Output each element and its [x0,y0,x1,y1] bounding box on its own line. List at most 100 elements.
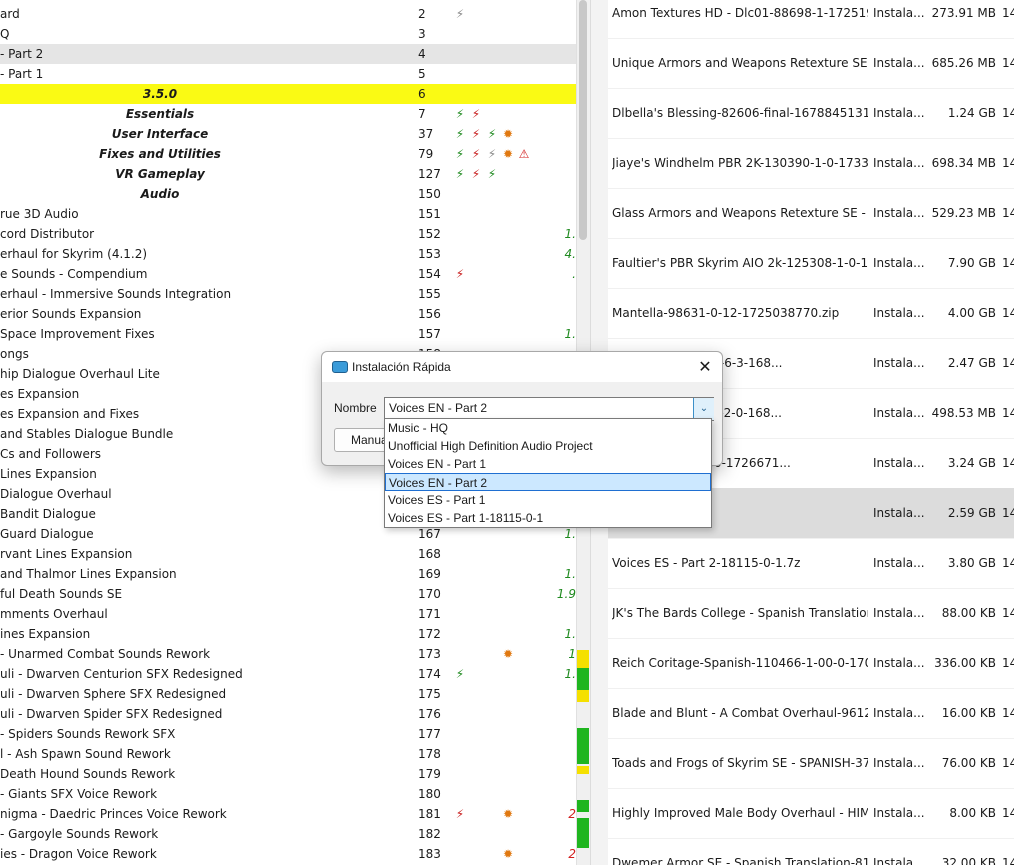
mod-row[interactable]: l - Ash Spawn Sound Rework 178 [0,744,576,764]
download-row[interactable]: Voices ES - Part 2-18115-0-1.7z Instala..… [608,538,1014,589]
mod-row[interactable]: Essentials 7 ⚡ ⚡ [0,104,576,124]
download-date: 14 [1002,356,1014,370]
mod-row[interactable]: Fixes and Utilities 79 ⚡ ⚡ ⚡ ✹ ⚠ [0,144,576,164]
mod-row[interactable]: mments Overhaul 171 [0,604,576,624]
mod-row[interactable]: Space Improvement Fixes 157 1. [0,324,576,344]
dialog-titlebar[interactable]: Instalación Rápida ✕ [322,352,722,382]
download-row[interactable]: JK's The Bards College - Spanish Transla… [608,588,1014,639]
mod-priority: 151 [418,207,441,221]
mod-row[interactable]: erior Sounds Expansion 156 [0,304,576,324]
download-row[interactable]: Blade and Blunt - A Combat Overhaul-9612… [608,688,1014,739]
mod-row[interactable]: rvant Lines Expansion 168 [0,544,576,564]
download-size: 76.00 KB [941,756,996,770]
mod-row[interactable]: VR Gameplay 127 ⚡ ⚡ ⚡ [0,164,576,184]
mod-flags: ✹ [452,644,542,664]
dropdown-option[interactable]: Voices ES - Part 1-18115-0-1 [385,509,711,527]
download-state: Instala... [873,556,925,570]
mod-name: mments Overhaul [0,607,108,621]
mod-row[interactable]: erhaul for Skyrim (4.1.2) 153 4. [0,244,576,264]
chevron-down-icon[interactable]: ⌄ [693,398,714,420]
download-size: 1.24 GB [947,106,996,120]
mod-row[interactable]: uli - Dwarven Spider SFX Redesigned 176 [0,704,576,724]
mod-row[interactable]: ies - Dragon Voice Rework 183 ✹ 2 [0,844,576,864]
dropdown-option[interactable]: Voices EN - Part 1 [385,455,711,473]
download-row[interactable]: Mantella-98631-0-12-1725038770.zip Instal… [608,288,1014,339]
mod-row[interactable]: Q3 [0,24,576,44]
mod-name: User Interface [111,127,209,141]
mod-row[interactable]: erhaul - Immersive Sounds Integration 155 [0,284,576,304]
download-filename: Highly Improved Male Body Overhaul - HIM… [612,806,868,820]
mod-row[interactable]: uli - Dwarven Sphere SFX Redesigned 175 [0,684,576,704]
download-date: 14 [1002,856,1014,865]
dropdown-option[interactable]: Unofficial High Definition Audio Project [385,437,711,455]
download-date: 14 [1002,806,1014,820]
mod-flags: ⚡ [452,264,542,284]
mod-row[interactable]: - Spiders Sounds Rework SFX 177 [0,724,576,744]
download-state: Instala... [873,456,925,470]
dropdown-option[interactable]: Music - HQ [385,419,711,437]
mod-row[interactable]: nigma - Daedric Princes Voice Rework 181 ⚡… [0,804,576,824]
mod-name: Bandit Dialogue [0,507,96,521]
mod-name: l - Ash Spawn Sound Rework [0,747,171,761]
download-row[interactable]: Jiaye's Windhelm PBR 2K-130390-1-0-17337… [608,138,1014,189]
mod-name: nigma - Daedric Princes Voice Rework [0,807,227,821]
mod-row[interactable]: User Interface 37 ⚡ ⚡ ⚡ ✹ [0,124,576,144]
download-row[interactable]: Unique Armors and Weapons Retexture SE -… [608,38,1014,89]
mod-name: e Sounds - Compendium [0,267,148,281]
mod-priority: 3 [418,27,426,41]
dropdown-option[interactable]: Voices ES - Part 1 [385,491,711,509]
mod-name: erhaul for Skyrim (4.1.2) [0,247,148,261]
mod-row[interactable]: ard 2 ⚡ [0,4,576,24]
mod-row[interactable]: Audio 150 [0,184,576,204]
name-dropdown-list[interactable]: Music - HQ Unofficial High Definition Aud… [384,418,712,528]
close-icon[interactable]: ✕ [692,356,718,378]
download-row[interactable]: Dwemer Armor SE - Spanish Translation-81… [608,838,1014,865]
download-row[interactable]: Amon Textures HD - Dlc01-88698-1-1725199… [608,0,1014,39]
mod-flags: ⚡ [452,4,542,24]
plugin-plus-icon: ⚡ [487,167,497,181]
conflict-marker [577,668,589,690]
mod-flags: ⚡ ⚡ [452,104,542,124]
mod-row[interactable]: 3.5.0 6 [0,84,576,104]
download-size: 2.59 GB [947,506,996,520]
mod-priority: 6 [418,87,426,101]
mod-row[interactable]: e Sounds - Compendium 154 ⚡. [0,264,576,284]
mod-row[interactable]: and Thalmor Lines Expansion 169 1. [0,564,576,584]
mod-priority: 170 [418,587,441,601]
gear-icon: ✹ [502,847,514,861]
mod-row[interactable]: - Gargoyle Sounds Rework 182 [0,824,576,844]
mod-row[interactable]: ful Death Sounds SE 170 1.9 [0,584,576,604]
mod-row[interactable]: Death Hound Sounds Rework 179 [0,764,576,784]
download-filename: Unique Armors and Weapons Retexture SE -… [612,56,868,70]
mod-row[interactable]: ines Expansion 172 1. [0,624,576,644]
mod-row[interactable]: rue 3D Audio 151 [0,204,576,224]
download-row[interactable]: Faultier's PBR Skyrim AIO 2k-125308-1-0-… [608,238,1014,289]
download-date: 14 [1002,206,1014,220]
mod-row[interactable]: cord Distributor 152 1. [0,224,576,244]
download-filename: Blade and Blunt - A Combat Overhaul-9612… [612,706,868,720]
conflict-marker [577,818,589,848]
mod-row[interactable]: - Unarmed Combat Sounds Rework 173 ✹ 1 [0,644,576,664]
mod-row[interactable]: - Part 2 4 [0,44,576,64]
mod-priority: 155 [418,287,441,301]
download-date: 14 [1002,56,1014,70]
mod-row[interactable]: - Part 1 5 [0,64,576,84]
download-date: 14 [1002,756,1014,770]
mod-list-scroll-thumb[interactable] [579,0,587,240]
download-size: 3.24 GB [947,456,996,470]
download-row[interactable]: Dlbella's Blessing-82606-final-167884513… [608,88,1014,139]
download-row[interactable]: Glass Armors and Weapons Retexture SE - … [608,188,1014,239]
combo-value: Voices EN - Part 2 [389,401,488,415]
plugin-plus-icon: ⚡ [487,127,497,141]
download-row[interactable]: Reich Coritage-Spanish-110466-1-00-0-170… [608,638,1014,689]
download-state: Instala... [873,356,925,370]
conflict-icon: ⚡ [471,147,481,161]
download-row[interactable]: Toads and Frogs of Skyrim SE - SPANISH-3… [608,738,1014,789]
mod-priority: 5 [418,67,426,81]
download-row[interactable]: Highly Improved Male Body Overhaul - HIM… [608,788,1014,839]
dropdown-option[interactable]: Voices EN - Part 2 [385,473,711,491]
mod-row[interactable]: - Giants SFX Voice Rework 180 [0,784,576,804]
mod-row[interactable]: uli - Dwarven Centurion SFX Redesigned 17… [0,664,576,684]
download-size: 7.90 GB [947,256,996,270]
download-filename: Voices ES - Part 2-18115-0-1.7z [612,556,801,570]
